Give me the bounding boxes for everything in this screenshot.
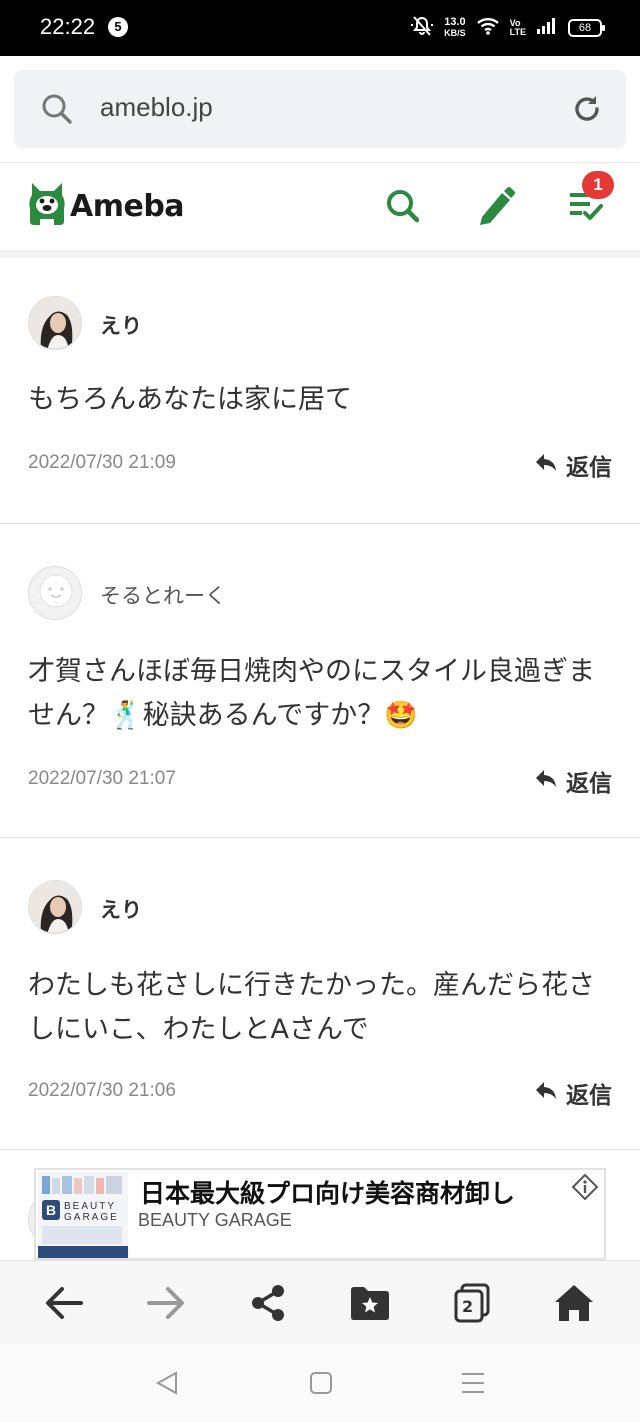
ad-info-icon[interactable] [571,1173,599,1204]
comment-date: 2022/07/30 21:09 [28,452,176,473]
search-icon[interactable] [384,187,422,231]
bookmark-folder-icon[interactable] [348,1281,392,1325]
signal-icon [536,17,558,39]
wifi-icon [476,16,500,40]
reply-label: 返信 [566,1083,612,1109]
svg-text:BEAUTY: BEAUTY [64,1201,116,1212]
back-arrow-icon[interactable] [42,1281,86,1325]
ad-subtitle: BEAUTY GARAGE [138,1210,292,1230]
battery-icon: 68 [568,19,605,37]
comment-body: 才賀さんほぼ毎日焼肉やのにスタイル良過ぎません？🕺秘訣あるんですか？🤩 [28,656,595,731]
network-speed-unit: KB/S [444,28,466,38]
browser-toolbar: 2 [0,1260,640,1344]
svg-text:B: B [46,1202,56,1218]
comment-body: もちろんあなたは家に居て [28,384,352,415]
reply-button[interactable]: 返信 [534,448,612,482]
default-avatar-icon[interactable] [28,566,82,620]
system-menu-icon[interactable] [460,1370,486,1400]
comment-item: そるとれーく 才賀さんほぼ毎日焼肉やのにスタイル良過ぎません？🕺秘訣あるんですか… [0,524,640,838]
reply-arrow-icon [534,1080,558,1106]
ad-title[interactable]: 日本最大級プロ向け美容商材卸し [140,1174,515,1210]
ameba-header: Ameba 1 [0,162,640,252]
status-time: 22:22 [40,14,96,39]
reply-button[interactable]: 返信 [534,1076,612,1110]
comment-author[interactable]: そるとれーく [100,580,226,610]
comment-item: えり もちろんあなたは家に居て 2022/07/30 21:09 返信 [0,258,640,524]
svg-text:GARAGE: GARAGE [64,1212,119,1223]
network-speed: 13.0 KB/S [444,17,466,39]
url-text[interactable]: ameblo.jp [100,92,213,123]
volte-icon: Vo LTE [509,18,526,37]
mute-icon [410,15,434,41]
reply-label: 返信 [566,771,612,797]
comment-date: 2022/07/30 21:07 [28,768,176,789]
home-icon[interactable] [552,1281,596,1325]
ad-image: B BEAUTY GARAGE [38,1172,128,1258]
notification-count-badge: 5 [108,17,128,37]
status-bar: 22:22 5 13.0 KB/S Vo LTE 68 [0,0,640,56]
system-back-icon[interactable] [154,1370,180,1400]
forward-arrow-icon[interactable] [144,1281,188,1325]
comment-body: わたしも花さしに行きたかった。産んだら花さしにいこ、わたしとAさんで [28,970,595,1045]
avatar[interactable] [28,296,82,350]
comment-date: 2022/07/30 21:06 [28,1080,176,1101]
share-icon[interactable] [246,1281,290,1325]
pencil-icon[interactable] [476,185,516,231]
status-icons: 13.0 KB/S Vo LTE 68 [410,12,605,44]
address-bar[interactable]: ameblo.jp [14,70,626,148]
reply-arrow-icon [534,452,558,478]
comment-author[interactable]: えり [100,894,142,924]
network-speed-value: 13.0 [444,16,466,28]
ameba-logo[interactable]: Ameba [28,181,185,231]
tabs-icon[interactable]: 2 [450,1281,494,1325]
ameba-pig-icon [28,181,66,231]
reply-label: 返信 [566,455,612,481]
avatar[interactable] [28,880,82,934]
comment-item: えり わたしも花さしに行きたかった。産んだら花さしにいこ、わたしとAさんで 20… [0,838,640,1150]
system-home-icon[interactable] [308,1370,334,1400]
comment-author[interactable]: えり [100,310,142,340]
reload-icon[interactable] [570,92,604,130]
notification-badge: 1 [582,171,614,199]
browser-address-area: ameblo.jp [0,56,640,162]
tab-count: 2 [462,1297,474,1316]
search-icon [40,92,74,130]
ameba-logo-text: Ameba [70,188,185,224]
reply-button[interactable]: 返信 [534,764,612,798]
ad-banner[interactable]: B BEAUTY GARAGE 日本最大級プロ向け美容商材卸し BEAUTY G… [34,1168,606,1260]
system-navigation-bar [0,1344,640,1422]
reply-arrow-icon [534,768,558,794]
